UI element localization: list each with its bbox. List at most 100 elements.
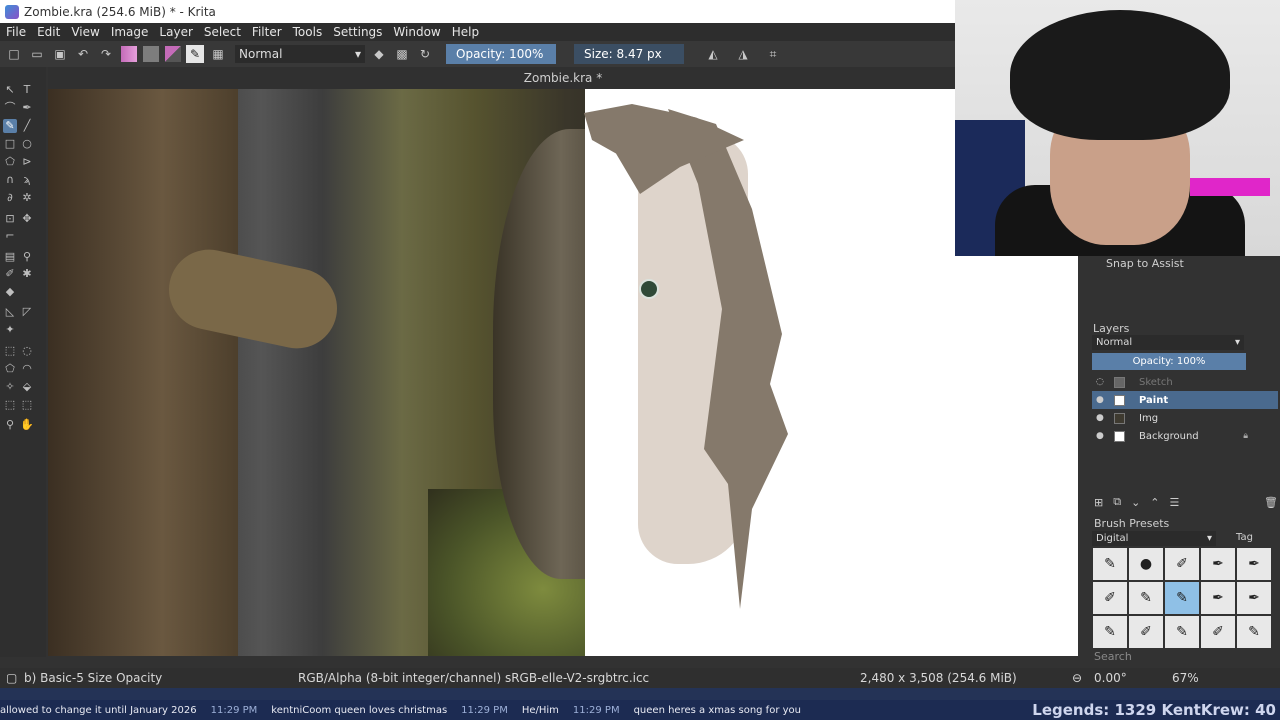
menu-tools[interactable]: Tools: [293, 25, 323, 39]
menu-edit[interactable]: Edit: [37, 25, 60, 39]
pattern-swatch[interactable]: [143, 46, 159, 62]
assistant-tool-icon[interactable]: ◺: [3, 305, 17, 319]
edit-shapes-icon[interactable]: ⌒: [3, 101, 17, 115]
measure-tool-icon[interactable]: ◸: [20, 305, 34, 319]
brush-preset-ink-icon[interactable]: ✒: [1201, 548, 1235, 580]
brush-preset-eraser-icon[interactable]: ✎: [1237, 616, 1271, 648]
status-zoom[interactable]: 67%: [1172, 671, 1199, 685]
contiguous-select-icon[interactable]: ✧: [3, 380, 17, 394]
layer-row-background[interactable]: ● Background 🔒︎: [1092, 427, 1278, 445]
presets-search-input[interactable]: Search: [1094, 650, 1132, 663]
brush-editor-icon[interactable]: ✎: [186, 45, 204, 63]
brush-preset-soft-icon[interactable]: ✎: [1129, 582, 1163, 614]
calligraphy-icon[interactable]: ✒: [20, 101, 34, 115]
bezier-select-icon[interactable]: ⬚: [3, 398, 17, 412]
brush-preset-pen-icon[interactable]: ✒: [1201, 582, 1235, 614]
wrap-around-icon[interactable]: ⌗: [764, 45, 782, 63]
multibrush-icon[interactable]: ✲: [20, 191, 34, 205]
menu-filter[interactable]: Filter: [252, 25, 282, 39]
layer-properties-icon[interactable]: ☰: [1170, 496, 1180, 509]
brush-preset-texture-icon[interactable]: ✐: [1129, 616, 1163, 648]
status-color-space[interactable]: RGB/Alpha (8-bit integer/channel) sRGB-e…: [298, 671, 649, 685]
save-document-icon[interactable]: ▣: [51, 45, 69, 63]
freehand-select-icon[interactable]: ◠: [20, 362, 34, 376]
delete-layer-icon[interactable]: 🗑︎: [1264, 496, 1278, 509]
smart-patch-icon[interactable]: ✱: [20, 267, 34, 281]
canvas[interactable]: [48, 89, 1078, 656]
brush-presets-icon[interactable]: ▦: [209, 45, 227, 63]
brush-preset-pencil-icon[interactable]: ✎: [1093, 548, 1127, 580]
layer-row-sketch[interactable]: ◌ Sketch: [1092, 373, 1278, 391]
brush-preset-blender-icon[interactable]: ✐: [1165, 548, 1199, 580]
document-tab[interactable]: Zombie.kra *: [524, 71, 602, 85]
fg-bg-color-icon[interactable]: [165, 46, 181, 62]
freehand-path-icon[interactable]: ϡ: [20, 173, 34, 187]
ellipse-select-icon[interactable]: ◌: [20, 344, 34, 358]
duplicate-layer-icon[interactable]: ⧉: [1113, 495, 1121, 509]
menu-layer[interactable]: Layer: [159, 25, 192, 39]
select-shapes-icon[interactable]: ↖: [3, 83, 17, 97]
open-document-icon[interactable]: ▭: [28, 45, 46, 63]
bezier-tool-icon[interactable]: ∩: [3, 173, 17, 187]
eye-icon[interactable]: ●: [1096, 395, 1108, 405]
lock-icon[interactable]: 🔒︎: [1243, 431, 1248, 441]
transform-tool-icon[interactable]: ⊡: [3, 212, 17, 226]
size-slider[interactable]: Size: 8.47 px: [574, 44, 684, 64]
brush-preset-airbrush-icon[interactable]: ●: [1129, 548, 1163, 580]
dynamic-brush-icon[interactable]: ∂: [3, 191, 17, 205]
brush-preset-marker-icon[interactable]: ✒: [1237, 548, 1271, 580]
blend-mode-select[interactable]: Normal ▾: [235, 45, 365, 63]
undo-icon[interactable]: ↶: [74, 45, 92, 63]
preserve-alpha-icon[interactable]: ▩: [393, 45, 411, 63]
similar-select-icon[interactable]: ⬙: [20, 380, 34, 394]
presets-tag-select[interactable]: Digital ▾: [1092, 531, 1216, 546]
ellipse-tool-icon[interactable]: ○: [20, 137, 34, 151]
redo-icon[interactable]: ↷: [97, 45, 115, 63]
reload-preset-icon[interactable]: ↻: [416, 45, 434, 63]
crop-tool-icon[interactable]: ⌐: [3, 229, 17, 243]
status-rotation[interactable]: 0.00°: [1094, 671, 1127, 685]
line-tool-icon[interactable]: ╱: [20, 119, 34, 133]
brush-preset-smudge-icon[interactable]: ✐: [1093, 582, 1127, 614]
colorize-mask-icon[interactable]: ✐: [3, 267, 17, 281]
eye-icon[interactable]: ●: [1096, 413, 1108, 423]
move-layer-up-icon[interactable]: ⌃: [1150, 496, 1159, 509]
fill-tool-icon[interactable]: ◆: [3, 285, 17, 299]
brush-preset-watercolor-icon[interactable]: ✐: [1201, 616, 1235, 648]
layers-opacity-slider[interactable]: Opacity: 100%: [1092, 353, 1246, 370]
visibility-off-icon[interactable]: ◌: [1096, 377, 1108, 387]
layers-blend-select[interactable]: Normal ▾: [1092, 335, 1244, 350]
rectangle-tool-icon[interactable]: □: [3, 137, 17, 151]
menu-file[interactable]: File: [6, 25, 26, 39]
eye-icon[interactable]: ●: [1096, 431, 1108, 441]
reference-tool-icon[interactable]: ✦: [3, 323, 17, 337]
zoom-tool-icon[interactable]: ⚲: [3, 418, 17, 432]
layer-row-paint[interactable]: ● Paint: [1092, 391, 1278, 409]
new-document-icon[interactable]: □: [5, 45, 23, 63]
brush-preset-fill-icon[interactable]: ✎: [1093, 616, 1127, 648]
menu-view[interactable]: View: [71, 25, 99, 39]
move-layer-down-icon[interactable]: ⌄: [1131, 496, 1140, 509]
gradient-tool-icon[interactable]: ▤: [3, 250, 17, 264]
move-tool-icon[interactable]: ✥: [20, 212, 34, 226]
mirror-horizontal-icon[interactable]: ◭: [704, 45, 722, 63]
text-tool-icon[interactable]: T: [20, 83, 34, 97]
menu-settings[interactable]: Settings: [333, 25, 382, 39]
gradient-swatch[interactable]: [121, 46, 137, 62]
tag-button[interactable]: Tag: [1236, 532, 1253, 543]
brush-preset-red-icon[interactable]: ✎: [1165, 616, 1199, 648]
mirror-vertical-icon[interactable]: ◮: [734, 45, 752, 63]
pan-tool-icon[interactable]: ✋: [20, 418, 34, 432]
polygon-tool-icon[interactable]: ⬠: [3, 155, 17, 169]
layer-row-img[interactable]: ● Img: [1092, 409, 1278, 427]
polyline-tool-icon[interactable]: ⊳: [20, 155, 34, 169]
menu-window[interactable]: Window: [393, 25, 440, 39]
opacity-slider[interactable]: Opacity: 100%: [446, 44, 556, 64]
menu-help[interactable]: Help: [452, 25, 479, 39]
add-layer-icon[interactable]: ⊞: [1094, 496, 1103, 509]
rect-select-icon[interactable]: ⬚: [3, 344, 17, 358]
eraser-mode-icon[interactable]: ◆: [370, 45, 388, 63]
polygon-select-icon[interactable]: ⬠: [3, 362, 17, 376]
color-picker-icon[interactable]: ⚲: [20, 250, 34, 264]
freehand-brush-icon[interactable]: ✎: [3, 119, 17, 133]
